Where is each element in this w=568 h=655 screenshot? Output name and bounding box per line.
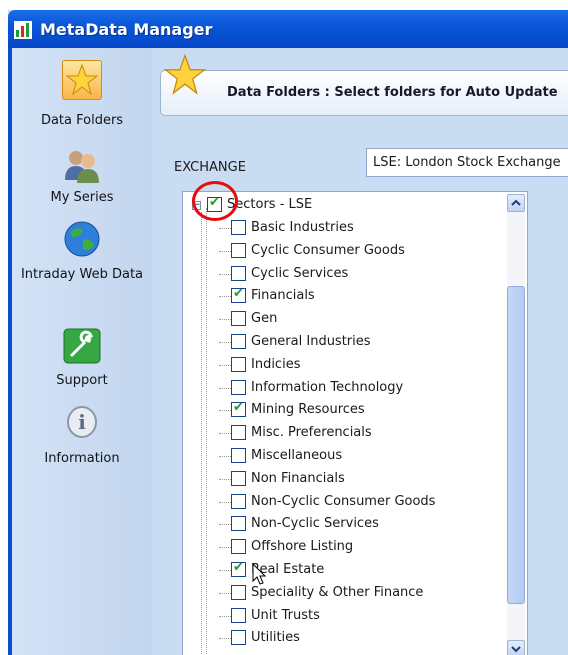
window-title: MetaData Manager: [40, 20, 213, 39]
chevron-up-icon: [511, 199, 521, 206]
sidebar-item-data-folders[interactable]: Data Folders: [12, 60, 152, 144]
tree-line: [219, 592, 231, 594]
folder-label: Basic Industries: [251, 220, 354, 235]
folder-checkbox[interactable]: ✔: [231, 242, 246, 258]
folder-label: Mining Resources: [251, 402, 365, 418]
folder-checkbox[interactable]: ✔: [231, 493, 246, 509]
folder-checkbox[interactable]: ✔: [231, 311, 246, 327]
folder-checkbox[interactable]: ✔: [231, 448, 246, 463]
folder-label: Information Technology: [251, 379, 404, 395]
panel-header: Data Folders : Select folders for Auto U…: [160, 53, 568, 116]
tree-line: [219, 615, 231, 617]
folder-checkbox[interactable]: ✔: [231, 220, 246, 235]
title-bar[interactable]: MetaData Manager: [8, 10, 568, 48]
tree-line: [201, 212, 202, 655]
folder-label: Non-Cyclic Services: [251, 516, 379, 532]
check-icon: ✔: [233, 286, 244, 302]
folder-checkbox[interactable]: ✔: [231, 425, 246, 441]
folder-label: Utilities: [251, 630, 300, 646]
folder-checkbox[interactable]: ✔: [231, 560, 246, 577]
sidebar-item-information[interactable]: i Information: [12, 404, 152, 474]
folder-label: Misc. Preferencials: [251, 425, 372, 441]
star-icon: [163, 53, 207, 95]
folder-checkbox[interactable]: ✔: [231, 607, 246, 623]
folder-checkbox[interactable]: ✔: [231, 470, 246, 486]
folder-checkbox[interactable]: ✔: [231, 539, 246, 555]
app-logo-icon: [14, 21, 32, 39]
star-icon: [65, 63, 99, 96]
tree-root-label: Sectors - LSE: [227, 197, 313, 212]
folder-label: Gen: [251, 311, 278, 327]
tree-line: [219, 296, 231, 298]
sidebar: Data Folders My Series Intraday Web Data: [12, 48, 152, 655]
folder-label: General Industries: [251, 334, 371, 349]
tree-scrollbar[interactable]: [507, 194, 525, 655]
tree-line: [219, 410, 231, 412]
tree-line: [206, 208, 207, 655]
sector-tree: − ✔ Sectors - LSE ✔Basic Industries✔Cycl…: [182, 191, 528, 655]
tree-line: [219, 273, 231, 275]
sidebar-item-label: Intraday Web Data: [20, 267, 144, 282]
folder-label: Non-Cyclic Consumer Goods: [251, 493, 436, 509]
folder-label: Cyclic Services: [251, 265, 349, 281]
folder-label: Indicies: [251, 356, 301, 372]
tree-line: [219, 478, 231, 480]
tree-line: [219, 547, 231, 549]
folder-label: Speciality & Other Finance: [251, 584, 424, 600]
tree-line: [219, 456, 231, 457]
mouse-cursor-icon: [252, 563, 267, 585]
folder-label: Non Financials: [251, 470, 345, 486]
tree-line: [219, 364, 231, 366]
tree-line: [219, 570, 231, 571]
scroll-thumb[interactable]: [507, 286, 525, 604]
folder-label: Offshore Listing: [251, 539, 354, 555]
tree-line: [219, 319, 231, 321]
main-content: Data Folders : Select folders for Auto U…: [152, 48, 568, 655]
tree-line: [219, 250, 231, 252]
users-icon: [65, 151, 99, 183]
sidebar-item-intraday-web-data[interactable]: Intraday Web Data: [12, 220, 152, 306]
folder-checkbox[interactable]: ✔: [231, 334, 246, 349]
folder-label: Cyclic Consumer Goods: [251, 242, 405, 258]
tree-line: [219, 501, 231, 503]
sidebar-item-label: My Series: [50, 190, 114, 205]
folder-checkbox[interactable]: ✔: [231, 379, 246, 395]
tree-line: [219, 387, 231, 389]
info-icon: i: [67, 406, 97, 438]
panel-title: Data Folders : Select folders for Auto U…: [227, 85, 558, 100]
sidebar-item-label: Information: [44, 451, 120, 466]
folder-checkbox[interactable]: ✔: [231, 516, 246, 532]
check-icon: ✔: [233, 560, 244, 575]
globe-icon: [64, 221, 100, 257]
svg-text:i: i: [78, 410, 86, 434]
folder-checkbox[interactable]: ✔: [231, 286, 246, 304]
tree-line: [219, 433, 231, 435]
chevron-down-icon: [511, 646, 521, 653]
sidebar-item-support[interactable]: Support: [12, 328, 152, 394]
folder-label: Miscellaneous: [251, 448, 343, 463]
scroll-up-button[interactable]: [507, 194, 525, 212]
sidebar-item-label: Data Folders: [40, 113, 124, 128]
folder-label: Unit Trusts: [251, 607, 320, 623]
tree-line: [219, 638, 231, 640]
sidebar-item-my-series[interactable]: My Series: [12, 148, 152, 216]
scroll-down-button[interactable]: [507, 640, 525, 655]
folder-checkbox[interactable]: ✔: [231, 630, 246, 646]
check-icon: ✔: [233, 400, 244, 416]
tree-line: [219, 524, 231, 526]
app-window: MetaData Manager Data Folders My Series: [8, 10, 568, 655]
tree-line: [219, 342, 231, 343]
folder-checkbox[interactable]: ✔: [231, 265, 246, 281]
wrench-icon: [63, 328, 101, 364]
folder-label: Financials: [251, 288, 315, 304]
exchange-select[interactable]: LSE: London Stock Exchange: [366, 148, 568, 177]
folder-checkbox[interactable]: ✔: [231, 356, 246, 372]
folder-checkbox[interactable]: ✔: [231, 584, 246, 600]
tree-line: [219, 228, 231, 229]
folder-checkbox[interactable]: ✔: [231, 400, 246, 418]
highlight-circle: [192, 181, 238, 221]
sidebar-item-label: Support: [56, 373, 108, 388]
exchange-label: EXCHANGE: [174, 160, 246, 175]
